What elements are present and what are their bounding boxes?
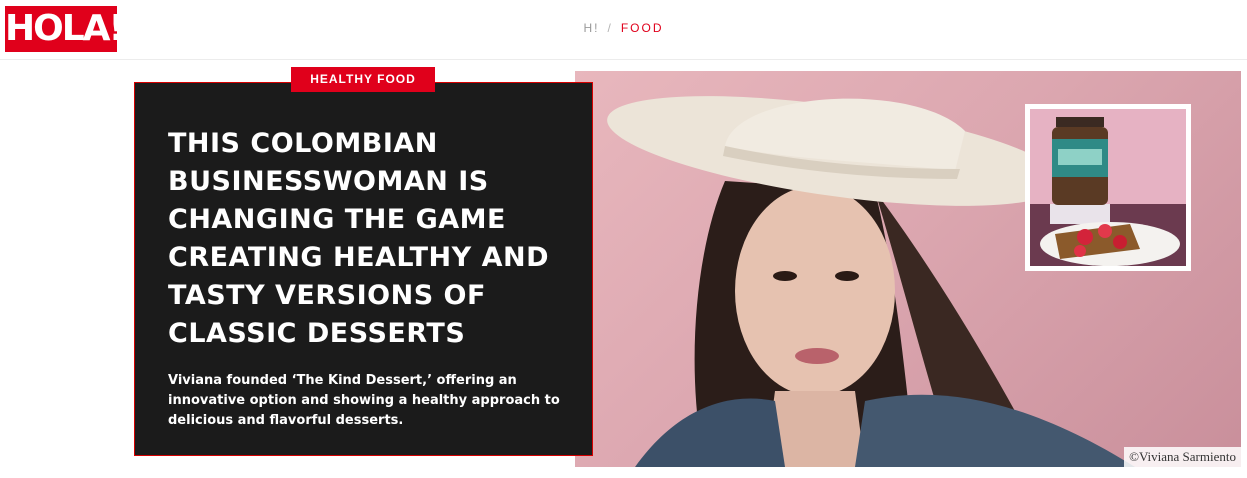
photo-credit: ©Viviana Sarmiento: [1124, 447, 1241, 467]
product-photo: [1030, 109, 1186, 266]
breadcrumb: H! / FOOD: [0, 21, 1247, 35]
product-inset-photo: [1025, 104, 1191, 271]
article-headline: THIS COLOMBIAN BUSINESSWOMAN IS CHANGING…: [168, 128, 550, 349]
product-jar-illustration: [1030, 117, 1186, 266]
article-headline-card: THIS COLOMBIAN BUSINESSWOMAN IS CHANGING…: [134, 82, 593, 456]
breadcrumb-separator: /: [607, 21, 613, 35]
article-summary: Viviana founded ‘The Kind Dessert,’ offe…: [168, 373, 560, 428]
category-tag[interactable]: HEALTHY FOOD: [291, 67, 435, 92]
site-header: HOLA! H! / FOOD: [0, 0, 1247, 60]
breadcrumb-home-link[interactable]: H!: [583, 21, 599, 35]
breadcrumb-current-link[interactable]: FOOD: [621, 21, 664, 35]
